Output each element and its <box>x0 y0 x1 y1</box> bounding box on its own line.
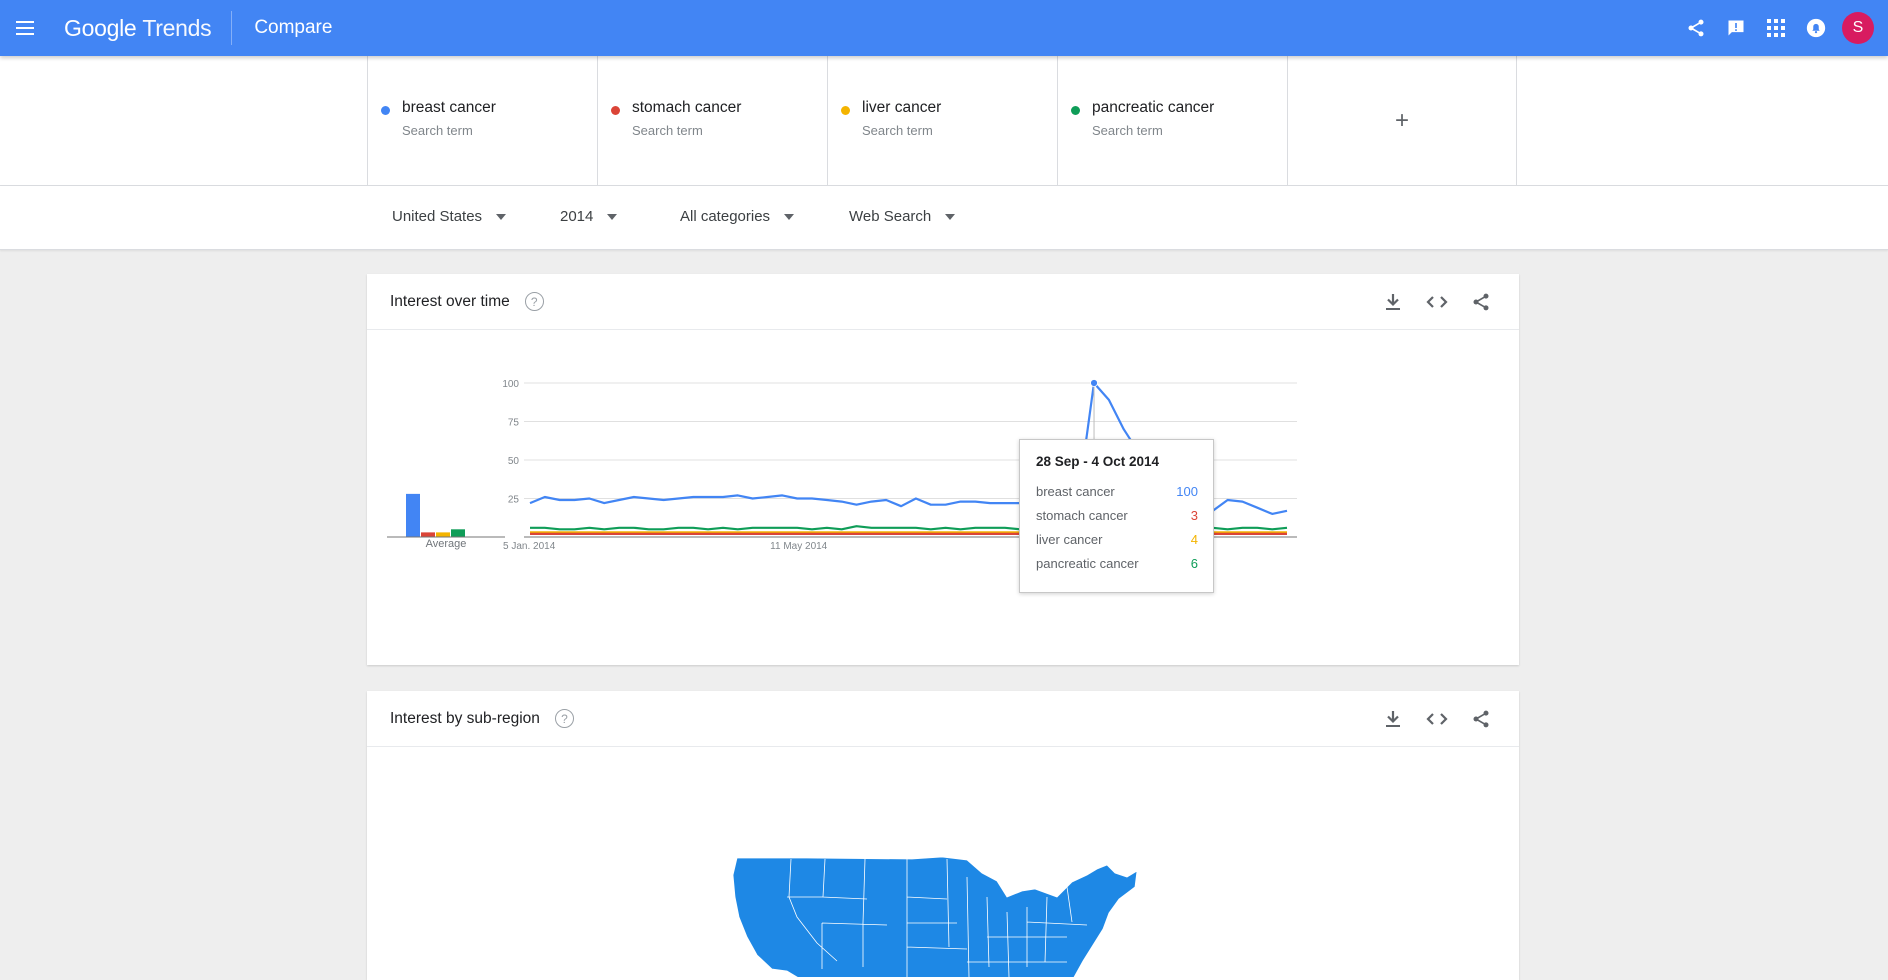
term-type: Search term <box>862 123 933 138</box>
tooltip-term: breast cancer <box>1036 484 1115 499</box>
appbar-divider <box>231 11 233 45</box>
region-value: United States <box>392 208 483 225</box>
y-tick-label: 100 <box>502 379 519 390</box>
hover-point <box>1090 379 1098 387</box>
series-color-dot <box>1071 106 1080 115</box>
series-color-dot <box>611 106 620 115</box>
term-name: pancreatic cancer <box>1092 99 1215 116</box>
share-icon[interactable] <box>1459 274 1503 330</box>
tooltip-row: pancreatic cancer 6 <box>1036 552 1198 576</box>
menu-icon[interactable] <box>0 0 52 56</box>
google-trends-logo[interactable]: Google Trends <box>64 14 212 42</box>
term-liver-cancer[interactable]: liver cancer Search term <box>827 56 1057 185</box>
interest-over-time-card: Interest over time ? 25 50 75 100 5 Jan. 20… <box>367 274 1519 665</box>
help-icon[interactable]: ? <box>554 709 574 728</box>
line-chart[interactable]: 255075100 5 Jan. 201411 May 201414 Sep. … <box>367 330 1519 664</box>
chart-tooltip: 28 Sep - 4 Oct 2014 breast cancer 100 st… <box>1019 439 1214 593</box>
add-term-button[interactable]: + <box>1287 56 1517 185</box>
card-header: Interest over time ? <box>367 274 1519 330</box>
chart-svg: 255075100 5 Jan. 201411 May 201414 Sep. … <box>387 379 1297 552</box>
average-bar <box>406 493 420 537</box>
tooltip-date: 28 Sep - 4 Oct 2014 <box>1036 454 1160 469</box>
x-tick-label: 5 Jan. 2014 <box>503 541 556 552</box>
term-breast-cancer[interactable]: breast cancer Search term <box>367 56 597 185</box>
term-name: stomach cancer <box>632 99 742 116</box>
tooltip-value: 4 <box>1190 532 1198 547</box>
y-tick-label: 75 <box>508 418 520 429</box>
average-bars <box>387 493 505 538</box>
share-icon[interactable] <box>1459 691 1503 747</box>
y-tick-label: 25 <box>508 495 520 506</box>
tooltip-value: 6 <box>1190 556 1198 571</box>
chevron-down-icon <box>945 213 956 220</box>
search-type-dropdown[interactable]: Web Search <box>849 208 956 225</box>
download-icon[interactable] <box>1371 691 1415 747</box>
card-title: Interest over time <box>390 292 510 310</box>
app-bar: Google Trends Compare S <box>0 0 1888 56</box>
tooltip-row: breast cancer 100 <box>1036 480 1198 504</box>
tooltip-value: 3 <box>1190 508 1198 523</box>
embed-code-icon[interactable] <box>1415 274 1459 330</box>
y-tick-label: 50 <box>508 456 520 467</box>
x-axis-labels: 5 Jan. 201411 May 201414 Sep. 2014 <box>503 541 1097 552</box>
tooltip-term: liver cancer <box>1036 532 1103 547</box>
share-icon[interactable] <box>1676 0 1716 56</box>
category-value: All categories <box>680 208 771 225</box>
series-color-dot <box>841 106 850 115</box>
average-label: Average <box>426 538 467 550</box>
card-title: Interest by sub-region <box>390 709 540 727</box>
term-type: Search term <box>1092 123 1163 138</box>
term-type: Search term <box>402 123 473 138</box>
category-dropdown[interactable]: All categories <box>680 208 795 225</box>
region-dropdown[interactable]: United States <box>392 208 507 225</box>
apps-grid-icon[interactable] <box>1756 0 1796 56</box>
plus-icon: + <box>1394 106 1409 134</box>
us-states-shape[interactable] <box>732 856 1138 977</box>
help-icon[interactable]: ? <box>524 292 544 311</box>
term-name: breast cancer <box>402 99 496 116</box>
terms-list: breast cancer Search term stomach cancer… <box>367 56 1517 185</box>
term-pancreatic-cancer[interactable]: pancreatic cancer Search term <box>1057 56 1287 185</box>
download-icon[interactable] <box>1371 274 1415 330</box>
us-map-svg <box>732 856 1138 977</box>
notifications-icon[interactable] <box>1796 0 1836 56</box>
series-color-dot <box>381 106 390 115</box>
average-bar <box>436 532 450 537</box>
tooltip-row: liver cancer 4 <box>1036 528 1198 552</box>
term-stomach-cancer[interactable]: stomach cancer Search term <box>597 56 827 185</box>
feedback-icon[interactable] <box>1716 0 1756 56</box>
period-dropdown[interactable]: 2014 <box>560 208 618 225</box>
chevron-down-icon <box>607 213 618 220</box>
us-map[interactable] <box>367 747 1519 977</box>
period-value: 2014 <box>560 208 594 225</box>
embed-code-icon[interactable] <box>1415 691 1459 747</box>
tooltip-term: stomach cancer <box>1036 508 1128 523</box>
avatar[interactable]: S <box>1842 12 1874 44</box>
chevron-down-icon <box>496 213 507 220</box>
average-bar <box>451 529 465 537</box>
tooltip-value: 100 <box>1176 484 1198 499</box>
chevron-down-icon <box>784 213 795 220</box>
interest-by-subregion-card: Interest by sub-region ? <box>367 691 1519 980</box>
tooltip-term: pancreatic cancer <box>1036 556 1139 571</box>
logo-google: Google <box>64 14 137 41</box>
filters-bar: United States 2014 All categories Web Se… <box>0 186 1888 250</box>
term-type: Search term <box>632 123 703 138</box>
search-type-value: Web Search <box>849 208 932 225</box>
logo-trends: Trends <box>142 14 212 41</box>
card-header: Interest by sub-region ? <box>367 691 1519 747</box>
x-tick-label: 11 May 2014 <box>770 541 828 552</box>
page-title: Compare <box>254 17 333 38</box>
term-name: liver cancer <box>862 99 942 116</box>
tooltip-row: stomach cancer 3 <box>1036 504 1198 528</box>
average-bar <box>421 532 435 537</box>
terms-bar: breast cancer Search term stomach cancer… <box>0 56 1888 186</box>
